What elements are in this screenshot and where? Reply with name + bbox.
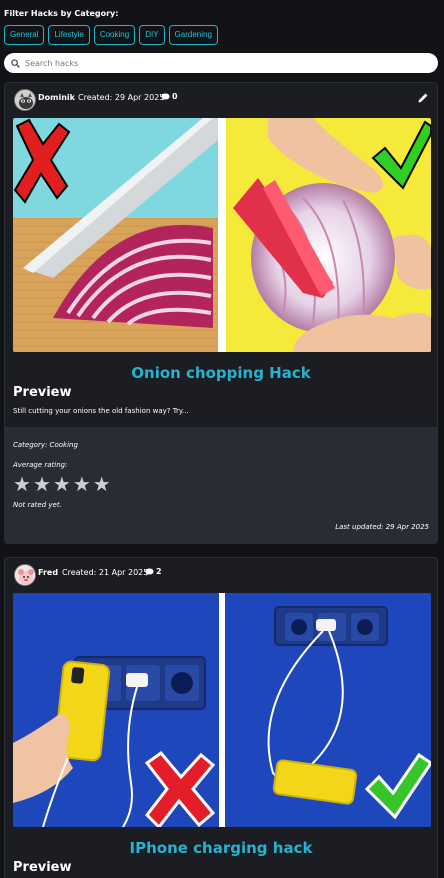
search-input[interactable] — [25, 58, 405, 68]
hack-image[interactable] — [13, 118, 431, 352]
star-icon[interactable]: ★ — [13, 474, 31, 494]
rating-status: Not rated yet. — [13, 501, 62, 509]
filter-gardening-button[interactable]: Gardening — [168, 25, 218, 45]
filter-title: Filter Hacks by Category: — [4, 9, 119, 18]
hack-card: Fred Created: 21 Apr 2025 2 IPhone charg… — [4, 557, 438, 878]
created-date: Created: 29 Apr 2025 — [78, 93, 165, 102]
star-icon[interactable]: ★ — [33, 474, 51, 494]
category-filters: General Lifestyle Cooking DIY Gardening — [4, 25, 218, 45]
search-icon — [11, 58, 20, 68]
hack-title-link[interactable]: Onion chopping Hack — [5, 364, 437, 382]
comment-count-value: 0 — [172, 92, 178, 101]
preview-heading: Preview — [13, 385, 72, 400]
star-icon[interactable]: ★ — [73, 474, 91, 494]
star-rating: ★ ★ ★ ★ ★ — [13, 474, 111, 494]
filter-cooking-button[interactable]: Cooking — [93, 25, 136, 45]
star-icon[interactable]: ★ — [93, 474, 111, 494]
star-icon[interactable]: ★ — [53, 474, 71, 494]
avatar[interactable] — [14, 564, 36, 586]
avatar[interactable] — [14, 89, 36, 111]
filter-general-button[interactable]: General — [4, 25, 45, 45]
hack-image[interactable] — [13, 593, 431, 827]
pencil-icon[interactable] — [417, 92, 429, 104]
created-date: Created: 21 Apr 2025 — [62, 568, 149, 577]
category-label: Category: Cooking — [13, 441, 78, 449]
search-bar — [4, 53, 438, 73]
author-name[interactable]: Fred — [38, 568, 58, 577]
filter-diy-button[interactable]: DIY — [139, 25, 165, 45]
comment-icon — [145, 567, 154, 576]
rating-label: Average rating: — [13, 461, 68, 469]
hack-meta: Category: Cooking Average rating: ★ ★ ★ … — [5, 427, 437, 543]
preview-text: Still cutting your onions the old fashio… — [13, 407, 189, 415]
filter-lifestyle-button[interactable]: Lifestyle — [48, 25, 90, 45]
hack-title-link[interactable]: IPhone charging hack — [5, 839, 437, 857]
comment-icon — [161, 92, 170, 101]
comment-count[interactable]: 2 — [145, 567, 162, 576]
author-name[interactable]: Dominik — [38, 93, 75, 102]
last-updated: Last updated: 29 Apr 2025 — [335, 523, 429, 531]
comment-count[interactable]: 0 — [161, 92, 178, 101]
hack-card: Dominik Created: 29 Apr 2025 0 Onion cho… — [4, 82, 438, 544]
preview-heading: Preview — [13, 860, 72, 875]
comment-count-value: 2 — [156, 567, 162, 576]
